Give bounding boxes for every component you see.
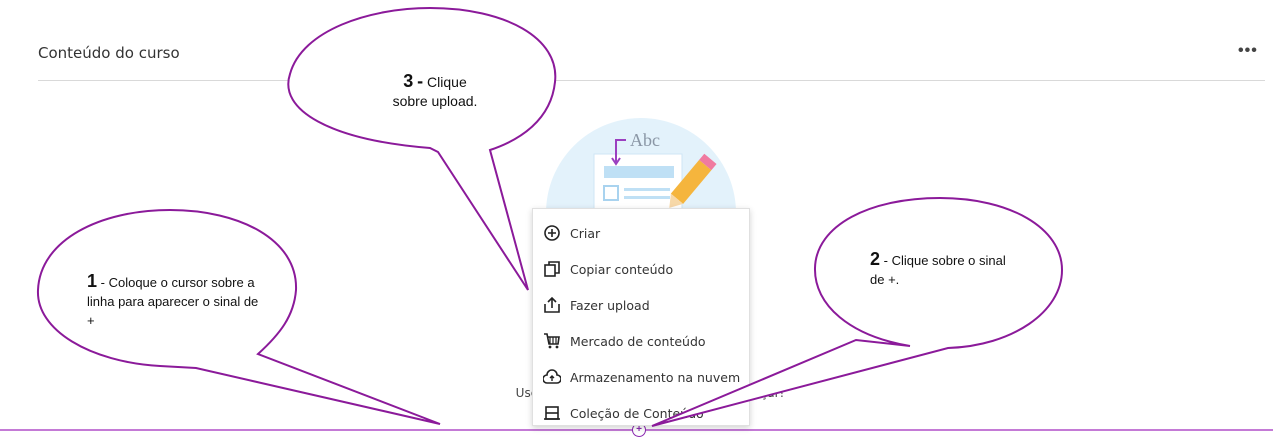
menu-item-nuvem[interactable]: Armazenamento na nuvem xyxy=(533,359,749,395)
callout-2-text: 2 - Clique sobre o sinal de +. xyxy=(870,250,1020,289)
menu-item-label: Mercado de conteúdo xyxy=(570,333,706,349)
callout-1-body: - Coloque o cursor sobre a linha para ap… xyxy=(87,275,259,328)
callout-3-text: 3 - Clique sobre upload. xyxy=(380,72,490,111)
menu-item-copiar[interactable]: Copiar conteúdo xyxy=(533,251,749,287)
menu-item-upload[interactable]: Fazer upload xyxy=(533,287,749,323)
callout-3-number: 3 xyxy=(403,71,414,91)
menu-item-label: Criar xyxy=(570,225,601,241)
add-content-menu: Criar Copiar conteúdo Fazer upload Merca… xyxy=(532,208,750,426)
callout-3-bubble xyxy=(287,6,557,291)
menu-item-label: Coleção de Conteúdo xyxy=(570,405,704,421)
callout-1-text: 1 - Coloque o cursor sobre a linha para … xyxy=(87,272,262,330)
menu-item-colecao[interactable]: Coleção de Conteúdo xyxy=(533,395,749,431)
menu-item-label: Armazenamento na nuvem xyxy=(570,369,741,385)
callout-2-body: - Clique sobre o sinal de +. xyxy=(870,253,1006,287)
cloud-icon xyxy=(543,369,561,384)
callout-1-number: 1 xyxy=(87,271,98,291)
menu-item-criar[interactable]: Criar xyxy=(533,215,749,251)
callout-2-number: 2 xyxy=(870,249,881,269)
menu-item-label: Fazer upload xyxy=(570,297,650,313)
page-title: Conteúdo do curso xyxy=(38,44,180,62)
header-divider xyxy=(38,80,1265,81)
more-options-button[interactable]: ••• xyxy=(1238,42,1258,60)
menu-item-label: Copiar conteúdo xyxy=(570,261,674,277)
upload-icon xyxy=(544,296,560,313)
callout-3-line1: Clique xyxy=(427,74,467,90)
abc-text: Abc xyxy=(630,130,660,150)
plus-circle-icon xyxy=(544,225,560,241)
copy-icon xyxy=(544,261,560,277)
menu-item-mercado[interactable]: Mercado de conteúdo xyxy=(533,323,749,359)
callout-3-line2: sobre upload. xyxy=(392,93,478,109)
collection-icon xyxy=(544,406,560,420)
callout-3-dash: - xyxy=(417,71,424,91)
cart-icon xyxy=(544,333,560,349)
